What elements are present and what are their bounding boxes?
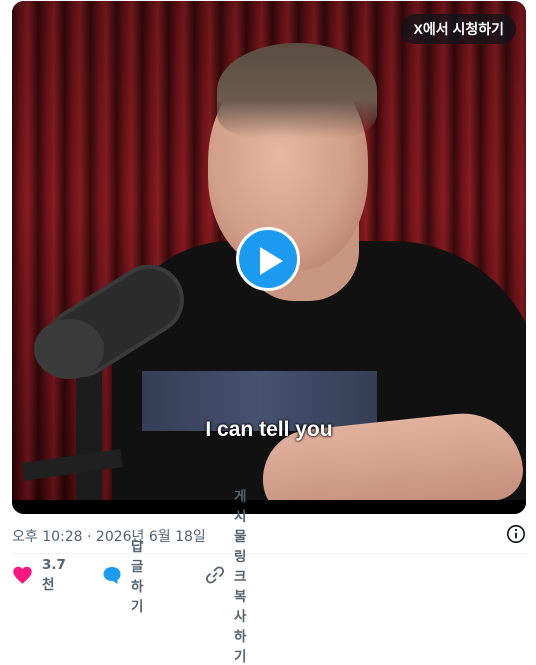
- microphone-grille: [34, 319, 104, 379]
- heart-icon: [13, 566, 32, 584]
- like-count: 3.7천: [42, 557, 66, 593]
- video-caption: I can tell you: [205, 418, 333, 441]
- video-bottom-strip: [12, 500, 526, 514]
- link-icon: [205, 566, 225, 584]
- divider: [12, 553, 526, 554]
- copy-link-label: 게시물 링크 복사하기: [234, 489, 247, 665]
- play-button[interactable]: [236, 227, 300, 291]
- copy-link-button[interactable]: 게시물 링크 복사하기: [205, 489, 246, 665]
- reply-button[interactable]: 답글하기: [102, 539, 143, 615]
- speech-bubble-icon: [103, 567, 121, 584]
- post-meta-row: 오후 10:28 · 2026년 6월 18일: [12, 524, 526, 546]
- reply-label: 답글하기: [131, 539, 144, 615]
- play-icon: [260, 247, 283, 275]
- info-icon[interactable]: [506, 524, 526, 544]
- video-player[interactable]: X에서 시청하기 I can tell you: [12, 1, 526, 514]
- watch-on-x-button[interactable]: X에서 시청하기: [401, 14, 516, 44]
- post-timestamp[interactable]: 오후 10:28 · 2026년 6월 18일: [12, 526, 206, 546]
- speaker-hair: [217, 43, 377, 138]
- like-button[interactable]: 3.7천: [12, 557, 66, 593]
